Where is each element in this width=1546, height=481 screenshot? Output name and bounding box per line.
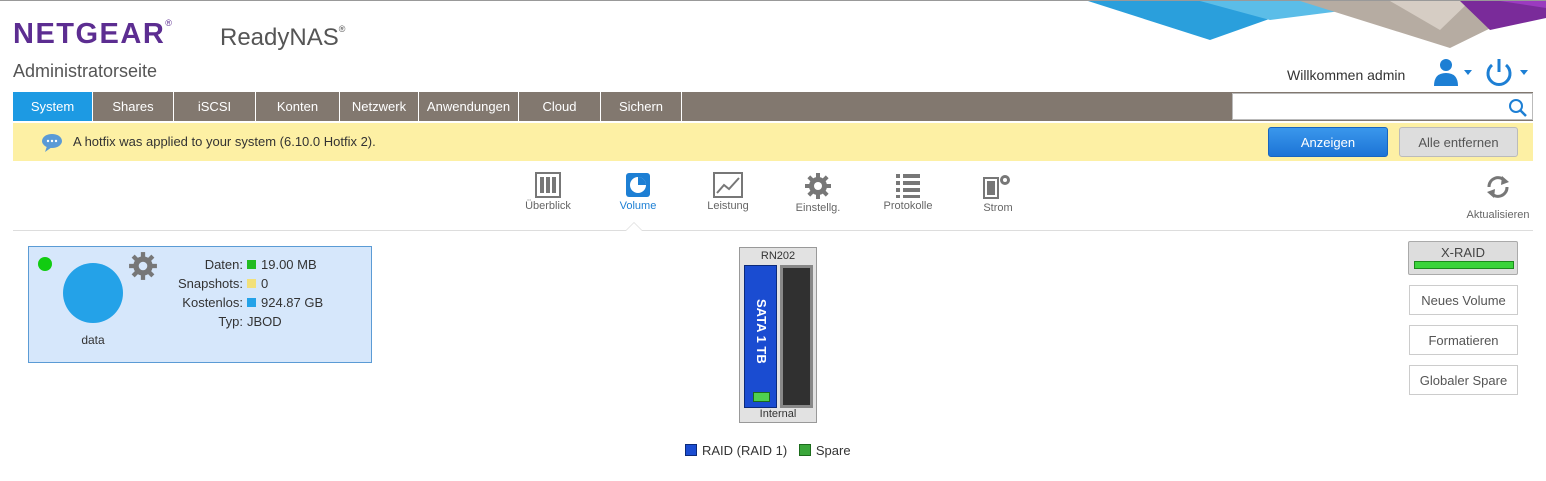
disk-bay-1[interactable]: SATA 1 TB xyxy=(744,265,777,408)
user-icon xyxy=(1434,59,1472,86)
legend-raid: RAID (RAID 1) xyxy=(685,443,787,458)
notification-text: A hotfix was applied to your system (6.1… xyxy=(73,134,376,149)
volume-name: data xyxy=(81,333,105,347)
product-name: ReadyNAS® xyxy=(220,24,346,51)
page-subtitle: Administratorseite xyxy=(13,61,158,81)
overview-icon xyxy=(535,172,561,198)
tab-shares[interactable]: Shares xyxy=(93,92,174,121)
format-button[interactable]: Formatieren xyxy=(1409,325,1518,355)
chassis-model: RN202 xyxy=(760,250,796,262)
subnav-overview[interactable]: Überblick xyxy=(508,172,588,212)
subnav-volume[interactable]: Volume xyxy=(598,172,678,212)
xraid-toggle[interactable]: X-RAID xyxy=(1408,241,1518,275)
refresh-icon xyxy=(1487,176,1509,198)
subnav-settings[interactable]: Einstellg. xyxy=(778,172,858,214)
nas-chassis: RN202 SATA 1 TB Internal xyxy=(739,247,817,423)
disk-legend: RAID (RAID 1) Spare xyxy=(685,443,859,458)
tab-sichern[interactable]: Sichern xyxy=(601,92,682,121)
volume-stats: Daten: 19.00 MB Snapshots: 0 Kostenlos: 924… xyxy=(149,255,323,331)
search-icon[interactable] xyxy=(1508,98,1528,118)
stat-data: Daten: 19.00 MB xyxy=(204,257,317,272)
logs-icon xyxy=(896,174,920,198)
volume-icon xyxy=(626,173,650,197)
global-spare-button[interactable]: Globaler Spare xyxy=(1409,365,1518,395)
welcome-text: Willkommen admin xyxy=(1287,67,1406,83)
performance-icon xyxy=(713,172,743,198)
tab-iscsi[interactable]: iSCSI xyxy=(174,92,256,121)
subnav-divider xyxy=(13,230,1533,231)
chassis-bay-label: Internal xyxy=(759,408,797,420)
spare-swatch xyxy=(798,444,811,456)
snapshots-swatch xyxy=(247,279,256,288)
brand-logo: NETGEAR® xyxy=(13,18,174,50)
free-swatch xyxy=(247,298,256,307)
power-icon xyxy=(1486,59,1528,86)
search-box xyxy=(1232,93,1533,120)
subnav-logs[interactable]: Protokolle xyxy=(868,172,948,212)
stat-free: Kostenlos: 924.87 GB xyxy=(182,295,324,310)
speech-bubble-icon xyxy=(42,134,62,152)
show-button[interactable]: Anzeigen xyxy=(1268,127,1388,157)
volume-usage-pie xyxy=(63,263,123,323)
refresh-button[interactable]: Aktualisieren xyxy=(1462,174,1534,221)
subnav-power[interactable]: Strom xyxy=(958,172,1038,214)
disk-activity-led xyxy=(753,392,770,402)
user-menu[interactable] xyxy=(1432,56,1476,88)
power-menu[interactable] xyxy=(1484,56,1534,88)
subnav-performance[interactable]: Leistung xyxy=(688,172,768,212)
tab-system[interactable]: System xyxy=(13,92,93,121)
gear-icon xyxy=(805,173,831,199)
power-settings-icon xyxy=(983,175,1010,199)
volume-status-indicator xyxy=(38,257,52,271)
volume-card[interactable]: data Daten: 19.00 MB Snapshots: 0 Kostenlo… xyxy=(28,246,372,363)
stat-type: Typ: JBOD xyxy=(218,314,282,329)
tab-konten[interactable]: Konten xyxy=(256,92,340,121)
tab-cloud[interactable]: Cloud xyxy=(519,92,601,121)
disk-bay-2-empty[interactable] xyxy=(780,265,813,408)
new-volume-button[interactable]: Neues Volume xyxy=(1409,285,1518,315)
data-swatch xyxy=(247,260,256,269)
stat-snapshots: Snapshots: 0 xyxy=(177,276,269,291)
search-input[interactable] xyxy=(1237,95,1503,119)
disk-label: SATA 1 TB xyxy=(754,298,769,364)
active-tab-pointer xyxy=(625,222,643,231)
tab-netzwerk[interactable]: Netzwerk xyxy=(340,92,419,121)
raid-swatch xyxy=(685,444,697,456)
tab-anwendungen[interactable]: Anwendungen xyxy=(419,92,519,121)
xraid-status-bar xyxy=(1414,261,1514,269)
remove-all-button[interactable]: Alle entfernen xyxy=(1399,127,1518,157)
hotfix-notification: A hotfix was applied to your system (6.1… xyxy=(13,123,1533,161)
main-nav: System Shares iSCSI Konten Netzwerk Anwe… xyxy=(13,92,1533,121)
legend-spare: Spare xyxy=(798,443,851,458)
